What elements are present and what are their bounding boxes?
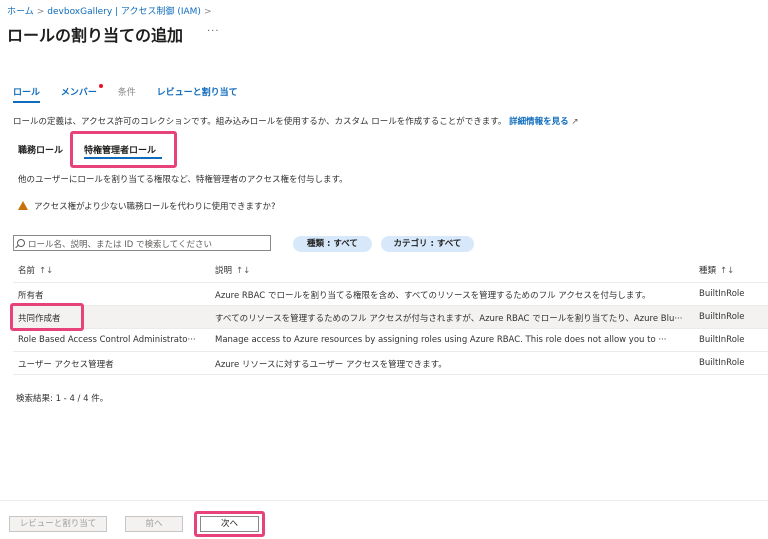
required-dot-icon	[98, 84, 103, 88]
warning-message: アクセス権がより少ない職務ロールを代わりに使用できますか?	[18, 200, 276, 212]
breadcrumb-iam[interactable]: devboxGallery | アクセス制御 (IAM)	[47, 7, 201, 17]
warning-text: アクセス権がより少ない職務ロールを代わりに使用できますか?	[34, 202, 276, 212]
column-header-name-label: 名前	[18, 266, 36, 276]
search-result-count: 検索結果: 1 - 4 / 4 件。	[16, 394, 109, 404]
footer-divider	[0, 500, 768, 501]
sort-icon: ↑↓	[236, 266, 251, 276]
row-type: BuiltInRole	[699, 312, 745, 322]
previous-button[interactable]: 前へ	[125, 516, 183, 532]
highlight-box	[194, 511, 265, 537]
tab-members[interactable]: メンバー	[60, 84, 103, 103]
table-row[interactable]: ユーザー アクセス管理者 Azure リソースに対するユーザー アクセスを管理で…	[13, 352, 768, 375]
row-type: BuiltInRole	[699, 289, 745, 299]
row-description: Azure リソースに対するユーザー アクセスを管理できます。	[215, 360, 447, 370]
search-placeholder: ロール名、説明、または ID で検索してください	[28, 240, 212, 250]
search-input[interactable]: ロール名、説明、または ID で検索してください	[13, 235, 271, 251]
column-header-type[interactable]: 種類 ↑↓	[699, 264, 765, 276]
learn-more-link[interactable]: 詳細情報を見る	[509, 117, 569, 127]
filter-type-pill[interactable]: 種類 : すべて	[293, 236, 372, 252]
row-type: BuiltInRole	[699, 358, 745, 368]
tab-role[interactable]: ロール	[13, 85, 41, 103]
tab-conditions[interactable]: 条件	[118, 85, 136, 103]
row-type: BuiltInRole	[699, 335, 745, 345]
wizard-tabs: ロール メンバー 条件 レビューと割り当て	[13, 84, 256, 103]
page-title: ロールの割り当ての追加	[7, 26, 184, 45]
column-header-name[interactable]: 名前 ↑↓	[18, 264, 213, 276]
subtab-job-roles[interactable]: 職務ロール	[18, 143, 63, 156]
row-name: Role Based Access Control Administrato··…	[18, 335, 196, 345]
warning-icon	[18, 201, 28, 210]
tab-role-label: ロール	[13, 88, 41, 98]
table-row[interactable]: Role Based Access Control Administrato··…	[13, 329, 768, 352]
column-header-type-label: 種類	[699, 266, 717, 276]
role-description: ロールの定義は、アクセス許可のコレクションです。組み込みロールを使用するか、カス…	[13, 115, 578, 127]
tab-members-label: メンバー	[60, 88, 97, 98]
highlight-box	[70, 131, 177, 168]
table-row[interactable]: 共同作成者 すべてのリソースを管理するためのフル アクセスが付与されますが、Az…	[13, 306, 768, 329]
more-options-icon[interactable]: ···	[207, 26, 220, 37]
external-link-icon: ↗	[571, 117, 579, 127]
table-row[interactable]: 所有者 Azure RBAC でロールを割り当てる権限を含め、すべてのリソースを…	[13, 283, 768, 306]
row-description: すべてのリソースを管理するためのフル アクセスが付与されますが、Azure RB…	[215, 314, 683, 324]
breadcrumb-home[interactable]: ホーム	[7, 7, 34, 17]
tab-review-label: レビューと割り当て	[156, 88, 238, 98]
row-name: 所有者	[18, 291, 44, 301]
row-name: ユーザー アクセス管理者	[18, 360, 114, 370]
breadcrumb-separator: >	[36, 7, 45, 17]
row-description: Manage access to Azure resources by assi…	[215, 335, 667, 345]
table-header: 名前 ↑↓ 説明 ↑↓ 種類 ↑↓	[13, 258, 768, 283]
sort-icon: ↑↓	[720, 266, 735, 276]
filter-category-pill[interactable]: カテゴリ : すべて	[381, 236, 474, 252]
tab-review-assign[interactable]: レビューと割り当て	[157, 85, 238, 103]
breadcrumb-separator: >	[203, 7, 212, 17]
breadcrumb: ホーム > devboxGallery | アクセス制御 (IAM) >	[7, 4, 215, 17]
privileged-info-text: 他のユーザーにロールを割り当てる権限など、特権管理者のアクセス権を付与します。	[18, 175, 348, 185]
search-icon	[17, 239, 25, 247]
review-assign-button[interactable]: レビューと割り当て	[9, 516, 107, 532]
sort-icon: ↑↓	[39, 266, 54, 276]
column-header-description[interactable]: 説明 ↑↓	[215, 264, 697, 276]
role-description-text: ロールの定義は、アクセス許可のコレクションです。組み込みロールを使用するか、カス…	[13, 117, 507, 127]
row-description: Azure RBAC でロールを割り当てる権限を含め、すべてのリソースを管理する…	[215, 291, 651, 301]
column-header-description-label: 説明	[215, 266, 233, 276]
highlight-box	[10, 303, 84, 331]
tab-conditions-label: 条件	[117, 88, 136, 98]
